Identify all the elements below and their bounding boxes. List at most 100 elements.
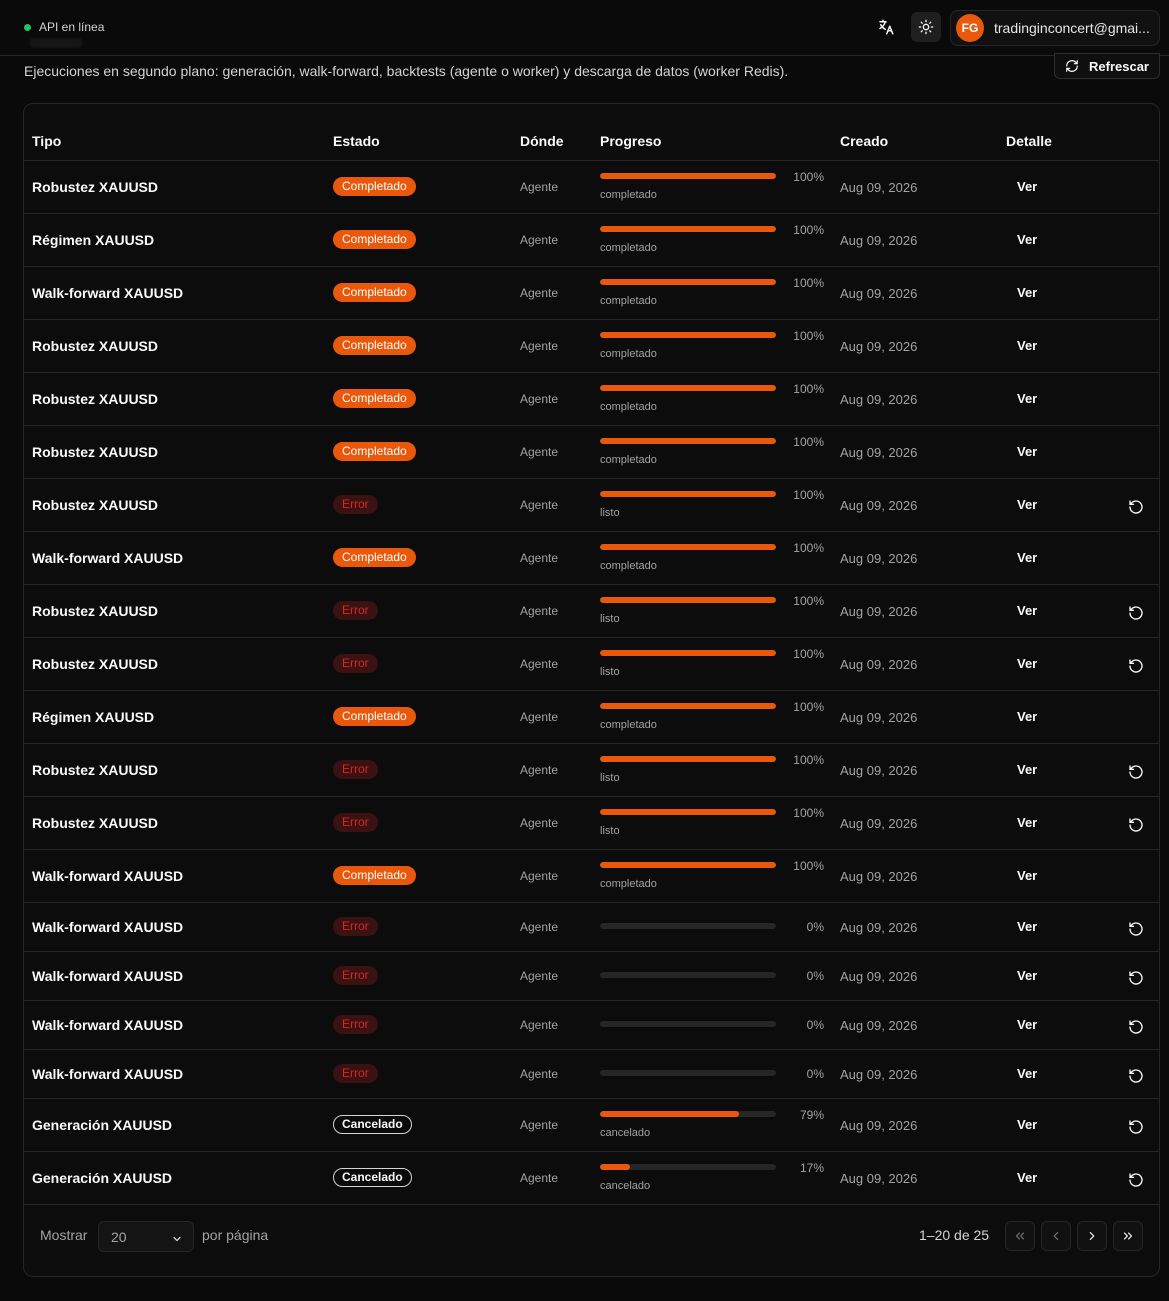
column-header-donde: Dónde xyxy=(520,133,564,149)
progress-fill xyxy=(600,544,776,550)
status-badge: Error xyxy=(333,813,378,832)
retry-button[interactable] xyxy=(1128,499,1144,515)
job-location: Agente xyxy=(520,604,559,618)
retry-button[interactable] xyxy=(1128,921,1144,937)
view-detail-link[interactable]: Ver xyxy=(1017,1066,1037,1081)
page-subtitle: Ejecuciones en segundo plano: generación… xyxy=(24,63,789,79)
status-dot-icon xyxy=(24,23,31,31)
table-row: Generación XAUUSD Cancelado Agente 79% cance… xyxy=(24,1099,1159,1152)
user-menu-button[interactable]: FG tradinginconcert@gmai... xyxy=(950,10,1160,46)
progress-label: cancelado xyxy=(600,1180,651,1192)
first-page-button[interactable] xyxy=(1005,1221,1035,1251)
progress-track xyxy=(600,1164,776,1170)
status-badge: Cancelado xyxy=(333,1115,412,1134)
created-date: Aug 09, 2026 xyxy=(840,604,918,619)
progress-fill xyxy=(600,226,776,232)
status-badge: Completado xyxy=(333,442,416,461)
progress-track xyxy=(600,650,776,656)
rotate-ccw-icon xyxy=(1129,606,1143,620)
view-detail-link[interactable]: Ver xyxy=(1017,391,1037,406)
view-detail-link[interactable]: Ver xyxy=(1017,550,1037,565)
view-detail-link[interactable]: Ver xyxy=(1017,603,1037,618)
view-detail-link[interactable]: Ver xyxy=(1017,232,1037,247)
status-badge: Error xyxy=(333,495,378,514)
view-detail-link[interactable]: Ver xyxy=(1017,338,1037,353)
view-detail-link[interactable]: Ver xyxy=(1017,919,1037,934)
retry-button[interactable] xyxy=(1128,1172,1144,1188)
job-type: Generación XAUUSD xyxy=(32,1117,173,1133)
view-detail-link[interactable]: Ver xyxy=(1017,444,1037,459)
refresh-label: Refrescar xyxy=(1089,58,1149,74)
rotate-ccw-icon xyxy=(1129,818,1143,832)
progress-track xyxy=(600,226,776,232)
translate-icon xyxy=(879,19,894,35)
page-range: 1–20 de 25 xyxy=(919,1227,990,1243)
created-date: Aug 09, 2026 xyxy=(840,1067,918,1082)
rotate-ccw-icon xyxy=(1129,1069,1143,1083)
retry-button[interactable] xyxy=(1128,658,1144,674)
prev-page-button[interactable] xyxy=(1041,1221,1071,1251)
retry-button[interactable] xyxy=(1128,817,1144,833)
progress-fill xyxy=(600,703,776,709)
view-detail-link[interactable]: Ver xyxy=(1017,709,1037,724)
chevron-right-icon xyxy=(1089,1231,1095,1241)
created-date: Aug 09, 2026 xyxy=(840,969,918,984)
progress-fill xyxy=(600,597,776,603)
retry-button[interactable] xyxy=(1128,1019,1144,1035)
progress-track xyxy=(600,491,776,497)
view-detail-link[interactable]: Ver xyxy=(1017,1017,1037,1032)
rotate-ccw-icon xyxy=(1129,1120,1143,1134)
table-row: Régimen XAUUSD Completado Agente 100% comple… xyxy=(24,214,1159,267)
progress-percent: 0% xyxy=(806,920,824,934)
table-row: Generación XAUUSD Cancelado Agente 17% cance… xyxy=(24,1152,1159,1205)
view-detail-link[interactable]: Ver xyxy=(1017,179,1037,194)
table-row: Robustez XAUUSD Error Agente 100% listo Aug 0… xyxy=(24,797,1159,850)
page-size-select[interactable]: 20 xyxy=(98,1221,194,1252)
view-detail-link[interactable]: Ver xyxy=(1017,656,1037,671)
progress-percent: 100% xyxy=(793,806,824,820)
last-page-button[interactable] xyxy=(1113,1221,1143,1251)
retry-button[interactable] xyxy=(1128,1068,1144,1084)
retry-button[interactable] xyxy=(1128,605,1144,621)
page-size-value: 20 xyxy=(111,1229,127,1245)
retry-button[interactable] xyxy=(1128,1119,1144,1135)
table-row: Robustez XAUUSD Completado Agente 100% compl… xyxy=(24,320,1159,373)
created-date: Aug 09, 2026 xyxy=(840,445,918,460)
view-detail-link[interactable]: Ver xyxy=(1017,868,1037,883)
view-detail-link[interactable]: Ver xyxy=(1017,497,1037,512)
progress-percent: 0% xyxy=(806,1018,824,1032)
rotate-ccw-icon xyxy=(1129,922,1143,936)
progress-percent: 100% xyxy=(793,647,824,661)
job-location: Agente xyxy=(520,180,559,194)
view-detail-link[interactable]: Ver xyxy=(1017,762,1037,777)
job-location: Agente xyxy=(520,816,559,830)
progress-fill xyxy=(600,809,776,815)
view-detail-link[interactable]: Ver xyxy=(1017,968,1037,983)
progress-label: completado xyxy=(600,348,657,360)
theme-toggle-button[interactable] xyxy=(911,12,941,42)
retry-button[interactable] xyxy=(1128,764,1144,780)
view-detail-link[interactable]: Ver xyxy=(1017,815,1037,830)
rotate-ccw-icon xyxy=(1129,1020,1143,1034)
table-row: Régimen XAUUSD Completado Agente 100% comple… xyxy=(24,691,1159,744)
refresh-button[interactable]: Refrescar xyxy=(1054,53,1160,79)
translate-button[interactable] xyxy=(871,12,901,42)
progress-percent: 0% xyxy=(806,969,824,983)
created-date: Aug 09, 2026 xyxy=(840,816,918,831)
view-detail-link[interactable]: Ver xyxy=(1017,1117,1037,1132)
progress-label: cancelado xyxy=(600,1127,651,1139)
job-location: Agente xyxy=(520,339,559,353)
view-detail-link[interactable]: Ver xyxy=(1017,1170,1037,1185)
status-badge: Error xyxy=(333,601,378,620)
retry-button[interactable] xyxy=(1128,970,1144,986)
job-location: Agente xyxy=(520,498,559,512)
job-location: Agente xyxy=(520,445,559,459)
table-row: Walk-forward XAUUSD Error Agente 0% Aug 09, … xyxy=(24,903,1159,952)
progress-label: completado xyxy=(600,560,657,572)
status-badge: Completado xyxy=(333,230,416,249)
progress-track xyxy=(600,756,776,762)
pagination-bar: Mostrar 20 por página 1–20 de 25 xyxy=(24,1207,1159,1267)
next-page-button[interactable] xyxy=(1077,1221,1107,1251)
view-detail-link[interactable]: Ver xyxy=(1017,285,1037,300)
progress-percent: 100% xyxy=(793,488,824,502)
